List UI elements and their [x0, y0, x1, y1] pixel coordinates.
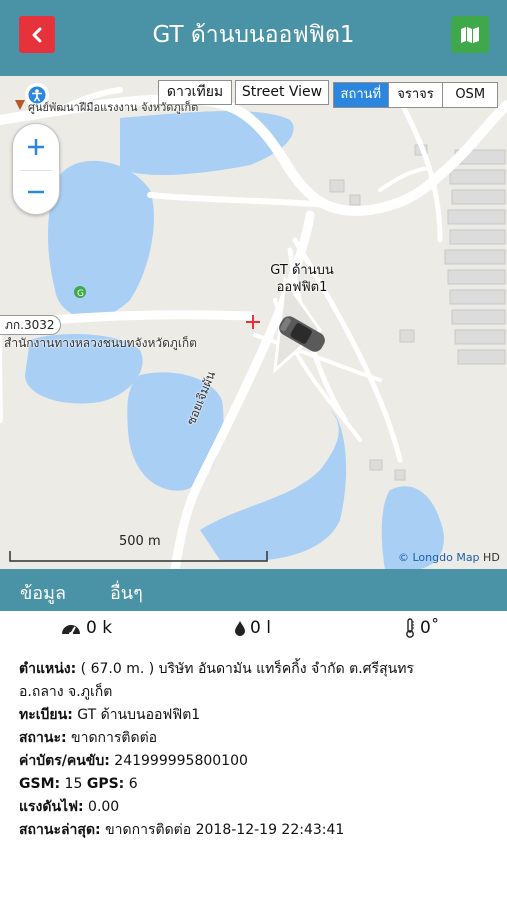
card-label: ค่าบัตร/คนขับ: [19, 753, 110, 769]
speed-stat: 0 k [60, 618, 112, 638]
registration-value: GT ด้านบนออฟฟิต1 [72, 707, 201, 723]
registration-label: ทะเบียน: [19, 707, 73, 723]
svg-text:G: G [77, 289, 84, 299]
gsm-gps-row: GSM: 15 GPS: 6 [19, 773, 489, 796]
gps-label: GPS: [86, 776, 125, 792]
poi-label-training-center: ศูนย์พัฒนาฝีมือแรงงาน จังหวัดภูเก็ต [28, 101, 199, 114]
status-row: สถานะ: ขาดการติดต่อ [19, 727, 489, 750]
fuel-stat: 0 l [234, 618, 271, 638]
map-view[interactable]: G ดาวเทียม Street View สถานที่ จราจร OSM [0, 76, 507, 569]
map-icon [461, 26, 479, 43]
fuel-value: 0 l [250, 618, 271, 638]
voltage-row: แรงดันไฟ: 0.00 [19, 796, 489, 819]
card-value: 241999995800100 [109, 753, 248, 769]
stats-row: 0 k 0 l 0˚ [0, 618, 507, 644]
latest-status-row: สถานะล่าสุด: ขาดการติดต่อ 2018-12-19 22:… [19, 819, 489, 842]
tab-more[interactable]: อื่นๆ [110, 578, 143, 607]
layer-tab-places[interactable]: สถานที่ [334, 83, 389, 107]
vehicle-label: GT ด้านบนออฟฟิต1 [270, 263, 334, 295]
tab-info[interactable]: ข้อมูล [20, 578, 66, 607]
attribution-hd: HD [483, 551, 500, 564]
speedometer-icon [62, 625, 80, 636]
status-value: ขาดการติดต่อ [66, 730, 158, 746]
card-row: ค่าบัตร/คนขับ: 241999995800100 [19, 750, 489, 773]
temperature-value: 0˚ [420, 618, 440, 638]
zoom-control [12, 123, 60, 215]
latest-status-label: สถานะล่าสุด: [19, 822, 101, 838]
plus-icon [28, 139, 44, 155]
thermometer-icon [406, 618, 414, 638]
attribution-text: © Longdo Map [398, 551, 480, 564]
layer-tab-traffic[interactable]: จราจร [389, 83, 444, 107]
poi-label-rural-roads-office: สำนักงานทางหลวงชนบทจังหวัดภูเก็ต [4, 336, 197, 350]
position-row: ตำแหน่ง: ( 67.0 m. ) บริษัท อันดามัน แทร… [19, 658, 489, 681]
gps-value: 6 [124, 776, 138, 792]
temperature-stat: 0˚ [404, 618, 439, 638]
latest-status-value: ขาดการติดต่อ 2018-12-19 22:43:41 [100, 822, 345, 838]
registration-row: ทะเบียน: GT ด้านบนออฟฟิต1 [19, 704, 489, 727]
app-header: GT ด้านบนออฟฟิต1 [0, 0, 507, 76]
position-label: ตำแหน่ง: [19, 661, 77, 677]
gsm-value: 15 [60, 776, 87, 792]
layer-switcher: สถานที่ จราจร OSM [333, 82, 498, 108]
chevron-left-icon [32, 27, 42, 42]
voltage-label: แรงดันไฟ: [19, 799, 84, 815]
position-row-cont: อ.ถลาง จ.ภูเก็ต [19, 684, 113, 700]
road-number-tag: ภก.3032 [0, 315, 61, 335]
back-button[interactable] [19, 16, 55, 53]
info-tabbar: ข้อมูล อื่นๆ [0, 569, 507, 611]
voltage-value: 0.00 [83, 799, 120, 815]
status-label: สถานะ: [19, 730, 67, 746]
map-view-button[interactable] [451, 16, 489, 53]
page-title: GT ด้านบนออฟฟิต1 [152, 22, 355, 48]
position-value: ( 67.0 m. ) บริษัท อันดามัน แทร็คกิ้ง จำ… [76, 661, 414, 677]
drop-icon [235, 621, 245, 636]
map-canvas: G [0, 87, 507, 569]
minus-icon [28, 190, 44, 194]
scale-label: 500 m [119, 534, 161, 549]
layer-tab-osm[interactable]: OSM [443, 83, 497, 107]
gsm-label: GSM: [19, 776, 61, 792]
zoom-in-button[interactable] [13, 124, 59, 170]
vehicle-details: ตำแหน่ง: ( 67.0 m. ) บริษัท อันดามัน แทร… [19, 658, 489, 842]
zoom-out-button[interactable] [13, 170, 59, 214]
map-attribution: © Longdo Map HD [398, 551, 500, 564]
street-view-button[interactable]: Street View [235, 80, 329, 105]
speed-value: 0 k [86, 618, 113, 638]
